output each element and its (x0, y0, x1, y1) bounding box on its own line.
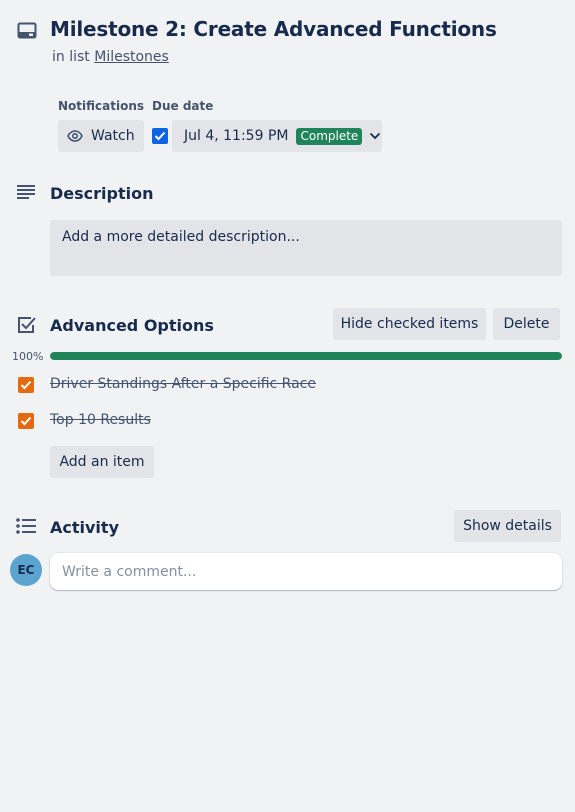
in-list-prefix: in list (52, 49, 90, 65)
activity-list-icon (16, 518, 36, 534)
list-reference: in list Milestones (52, 49, 169, 65)
status-badge: Complete (296, 127, 363, 145)
delete-label: Delete (503, 316, 550, 332)
description-lines-icon (17, 185, 35, 199)
comment-input[interactable] (50, 553, 562, 590)
due-date-label: Due date (152, 99, 214, 113)
card-icon (17, 22, 37, 39)
checklist-item-label[interactable]: Driver Standings After a Specific Race (50, 376, 316, 392)
description-heading: Description (50, 184, 154, 203)
due-date-button[interactable]: Jul 4, 11:59 PM Complete (172, 120, 382, 152)
due-date-value: Jul 4, 11:59 PM (184, 128, 289, 144)
checkmark-icon (20, 416, 32, 426)
show-details-button[interactable]: Show details (454, 510, 561, 542)
checklist-heading[interactable]: Advanced Options (50, 316, 214, 335)
watch-button[interactable]: Watch (58, 120, 144, 152)
delete-checklist-button[interactable]: Delete (493, 308, 560, 340)
progress-percent: 100% (12, 350, 44, 363)
show-details-label: Show details (463, 518, 552, 534)
checklist-item-label[interactable]: Top 10 Results (50, 412, 151, 428)
progress-bar-fill (50, 352, 562, 360)
checklist-icon (18, 317, 36, 333)
add-item-label: Add an item (59, 454, 145, 470)
checklist-item-checkbox[interactable] (18, 377, 34, 393)
description-editor[interactable]: Add a more detailed description... (50, 220, 562, 276)
add-item-button[interactable]: Add an item (50, 446, 154, 478)
card-title[interactable]: Milestone 2: Create Advanced Functions (50, 17, 497, 41)
checkmark-icon (20, 380, 32, 390)
avatar[interactable]: EC (10, 554, 42, 586)
notifications-label: Notifications (58, 99, 145, 113)
eye-icon (67, 130, 83, 142)
list-link[interactable]: Milestones (94, 49, 169, 65)
progress-bar (50, 352, 562, 360)
chevron-down-icon (370, 132, 381, 140)
checkmark-icon (154, 131, 166, 141)
watch-label: Watch (91, 128, 135, 144)
checklist-item-checkbox[interactable] (18, 413, 34, 429)
hide-checked-items-label: Hide checked items (340, 316, 479, 332)
due-date-checkbox[interactable] (152, 128, 168, 144)
activity-heading: Activity (50, 518, 119, 537)
hide-checked-items-button[interactable]: Hide checked items (333, 308, 486, 340)
